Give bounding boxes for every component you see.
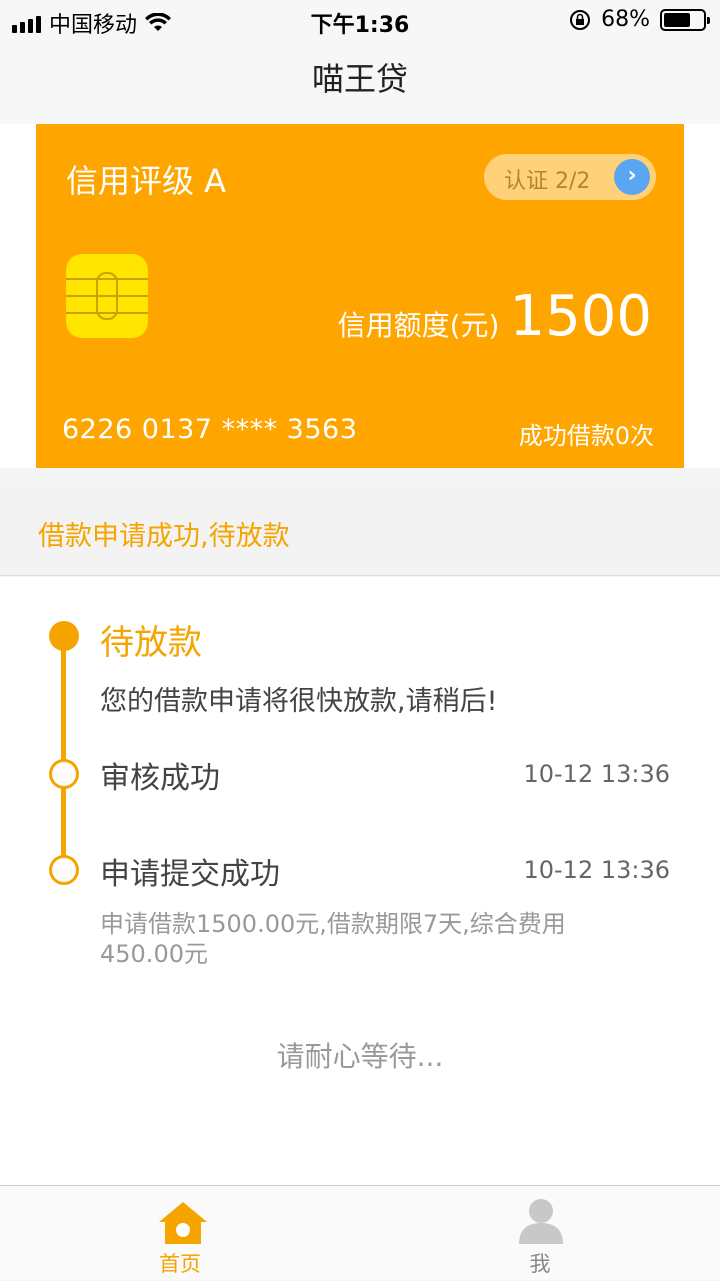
timeline-dot <box>49 759 79 789</box>
loan-timeline: 待放款 您的借款申请将很快放款,请稍后! 审核成功 10-12 13:36 申请… <box>0 577 720 1185</box>
certification-label: 认证 2/2 <box>504 169 591 194</box>
certification-button[interactable]: 认证 2/2 › <box>484 154 656 200</box>
credit-limit-value: 1500 <box>509 284 652 349</box>
battery-fill <box>664 12 690 27</box>
tab-bar: 首页 我 <box>0 1185 720 1280</box>
timeline-step-time: 10-12 13:36 <box>523 856 670 884</box>
timeline-step-title: 审核成功 <box>100 761 220 796</box>
nav-bar: 喵王贷 <box>0 40 720 124</box>
rotation-lock-icon <box>570 9 591 30</box>
timeline-step-title: 申请提交成功 <box>100 857 280 892</box>
battery-percent: 68% <box>601 7 650 32</box>
loan-count: 成功借款0次 <box>518 422 654 450</box>
credit-limit: 信用额度(元) 1500 <box>338 284 652 349</box>
wait-message: 请耐心等待... <box>276 1040 444 1073</box>
status-right: 68% <box>569 7 710 32</box>
credit-card: 信用评级 A 认证 2/2 › 信用额度(元) 1500 6226 0137 *… <box>36 124 684 468</box>
credit-rating: 信用评级 A <box>66 162 227 200</box>
battery-icon <box>660 8 710 31</box>
card-chip-icon <box>66 254 148 338</box>
status-banner-text: 借款申请成功,待放款 <box>38 521 290 552</box>
home-icon <box>159 1202 207 1244</box>
timeline-dot-active <box>49 621 79 651</box>
timeline-line <box>61 637 66 773</box>
tab-me[interactable]: 我 <box>360 1186 720 1281</box>
tab-home[interactable]: 首页 <box>0 1186 360 1281</box>
timeline-dot <box>49 855 79 885</box>
timeline-step-desc: 您的借款申请将很快放款,请稍后! <box>100 686 498 717</box>
status-banner: 借款申请成功,待放款 <box>0 488 720 576</box>
tab-me-label: 我 <box>529 1252 551 1276</box>
status-bar: 中国移动 下午1:36 68% <box>0 0 720 40</box>
timeline-step-title: 待放款 <box>100 623 202 663</box>
tab-home-label: 首页 <box>159 1252 201 1276</box>
timeline-step-time: 10-12 13:36 <box>523 760 670 788</box>
card-number: 6226 0137 **** 3563 <box>62 414 358 445</box>
page-title: 喵王贷 <box>311 60 408 98</box>
chevron-right-icon: › <box>614 159 650 195</box>
user-icon <box>519 1199 563 1244</box>
card-section: 信用评级 A 认证 2/2 › 信用额度(元) 1500 6226 0137 *… <box>0 124 720 468</box>
credit-limit-label: 信用额度(元) <box>337 309 500 342</box>
timeline-step-note: 申请借款1500.00元,借款期限7天,综合费用450.00元 <box>100 910 566 968</box>
